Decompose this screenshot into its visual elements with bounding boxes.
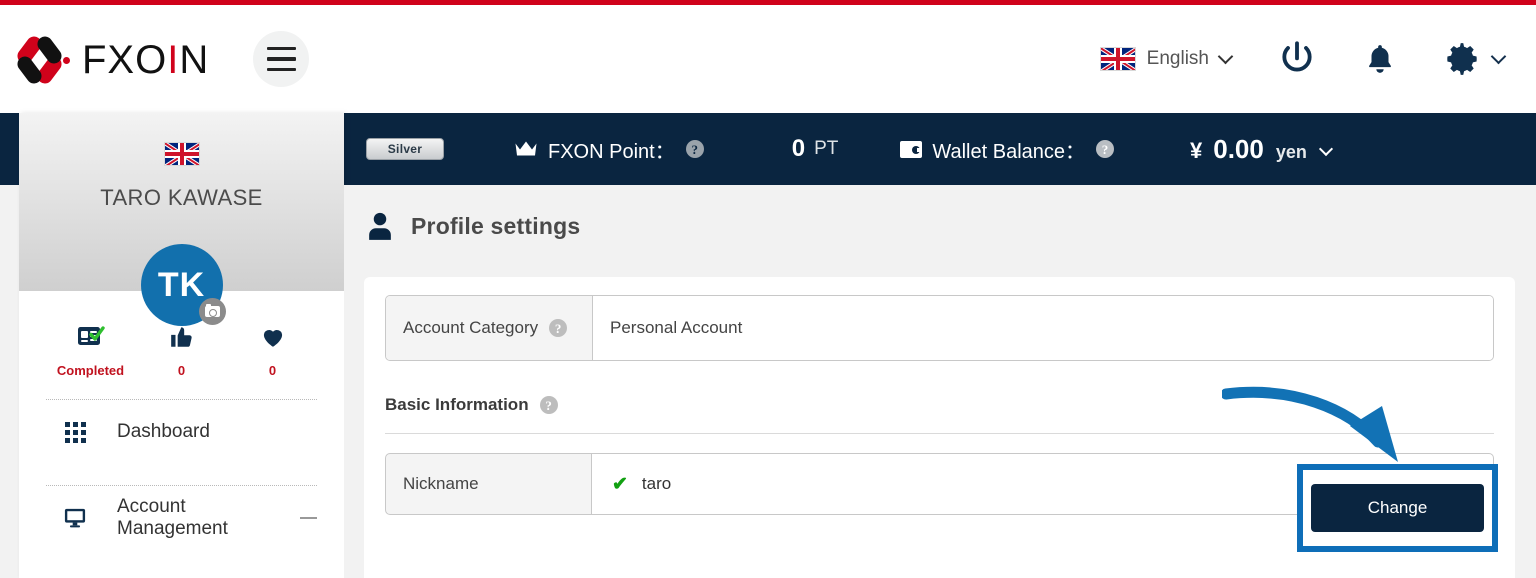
change-button-highlight: Change (1297, 464, 1498, 552)
chevron-down-icon (1490, 48, 1507, 64)
collapse-icon[interactable] (300, 516, 317, 520)
logo-text-tail: N (179, 38, 210, 82)
basic-information-title: Basic Information (385, 395, 529, 414)
check-icon: ✔ (612, 473, 628, 495)
wallet-amount-group: ¥ 0.00 yen (1190, 133, 1333, 165)
help-icon[interactable]: ? (1096, 140, 1114, 158)
avatar[interactable]: TK (140, 244, 226, 326)
chevron-down-icon (1217, 48, 1234, 64)
annotation-arrow (1222, 386, 1398, 462)
status-bar-content: Silver FXON Point： ? 0 PT Wallet Balance… (344, 113, 1536, 185)
currency-symbol: ¥ (1190, 137, 1203, 163)
bell-icon[interactable] (1363, 41, 1397, 77)
grid-icon (64, 421, 86, 443)
sidebar-item-label: Account Management (117, 496, 228, 539)
stat-likes[interactable]: 0 (145, 322, 219, 378)
gear-icon[interactable] (1443, 40, 1507, 78)
nickname-label: Nickname (385, 453, 592, 515)
app-root: FXOIN English Silver FXON Point： ? 0 PT … (0, 0, 1536, 578)
wallet-balance-group: Wallet Balance： ? (900, 135, 1114, 164)
account-category-label: Account Category (403, 318, 539, 337)
account-category-row: Account Category ? Personal Account (385, 295, 1494, 361)
fxon-points-value: 0 (791, 135, 806, 162)
hamburger-bar-1 (266, 46, 296, 51)
id-card-verified-icon (54, 322, 128, 352)
fxon-points-group: FXON Point： ? (514, 135, 704, 164)
help-icon[interactable]: ? (539, 396, 558, 414)
wallet-balance-label: Wallet Balance： (932, 140, 1085, 163)
hamburger-menu-button[interactable] (253, 31, 310, 87)
logo-dot (63, 57, 70, 64)
language-label: English (1146, 48, 1209, 69)
app-header: FXOIN English (0, 5, 1536, 113)
logo-text-accent: I (167, 38, 180, 82)
help-icon[interactable]: ? (685, 140, 704, 158)
stat-label: 0 (268, 363, 277, 378)
fxon-points-unit: PT (814, 138, 839, 159)
monitor-icon (64, 507, 86, 529)
help-icon[interactable]: ? (549, 319, 568, 337)
camera-glyph (204, 303, 220, 317)
language-selector[interactable]: English (1099, 47, 1234, 71)
heart-icon (236, 322, 310, 352)
sidebar-item-label: Dashboard (117, 421, 210, 442)
account-category-label-cell: Account Category ? (386, 296, 593, 360)
stat-label: 0 (177, 363, 186, 378)
sidebar-item-account-management[interactable]: Account Management (19, 486, 344, 550)
fxon-logo-text: FXOIN (82, 40, 209, 80)
crown-icon (515, 141, 537, 155)
change-button[interactable]: Change (1311, 484, 1484, 532)
wallet-amount: 0.00 (1213, 133, 1264, 164)
fxon-logo[interactable]: FXOIN (14, 33, 209, 87)
fxon-points-label: FXON Point： (548, 140, 675, 163)
uk-flag-icon (1099, 47, 1136, 71)
wallet-icon (900, 140, 923, 158)
hamburger-bar-3 (266, 67, 296, 72)
fxon-logo-mark (14, 33, 72, 87)
sidebar: TARO KAWASE TK Completed 0 0 Dashboard A… (19, 113, 344, 578)
power-icon[interactable] (1277, 39, 1317, 79)
page-title-row: Profile settings (344, 185, 1536, 241)
rank-badge[interactable]: Silver (366, 138, 444, 160)
wallet-currency-unit: yen (1275, 141, 1307, 162)
uk-flag-icon (163, 142, 200, 166)
header-actions: English (1099, 39, 1536, 79)
nickname-value: taro (641, 474, 672, 493)
stat-favorites[interactable]: 0 (236, 322, 310, 378)
avatar-initials: TK (157, 265, 206, 304)
page-title: Profile settings (411, 212, 581, 239)
sidebar-item-dashboard[interactable]: Dashboard (19, 400, 344, 464)
stat-label: Completed (56, 363, 125, 378)
logo-text-main: FXO (82, 38, 168, 82)
chevron-down-icon[interactable] (1318, 141, 1333, 156)
camera-icon[interactable] (198, 298, 226, 325)
account-category-value: Personal Account (593, 296, 1493, 360)
sidebar-profile-header: TARO KAWASE TK (19, 113, 344, 326)
hamburger-bar-2 (266, 57, 296, 61)
thumbs-up-icon (145, 322, 219, 352)
person-icon (365, 211, 395, 241)
user-name: TARO KAWASE (100, 185, 263, 210)
stat-verification[interactable]: Completed (54, 322, 128, 378)
